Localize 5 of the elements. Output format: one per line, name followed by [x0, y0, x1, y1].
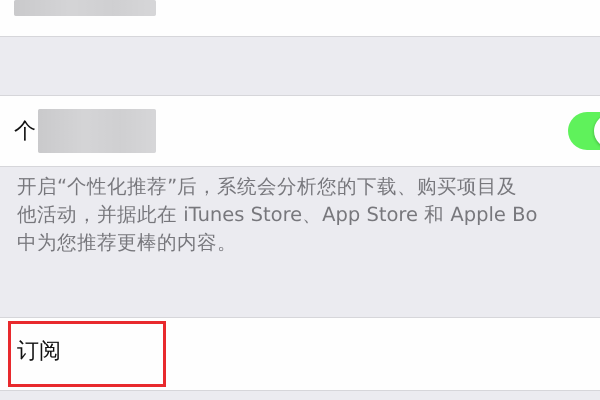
footer-text: 他活动，并据此在 iTunes Store、App Store 和 Apple Bo	[17, 202, 538, 228]
footer-text: 中为您推荐更棒的内容。	[17, 230, 238, 256]
footer-text: 开启“个性化推荐”后，系统会分析您的下载、购买项目及	[17, 174, 518, 200]
setting-label: 个	[14, 118, 36, 146]
setting-label: 订阅	[17, 339, 61, 364]
